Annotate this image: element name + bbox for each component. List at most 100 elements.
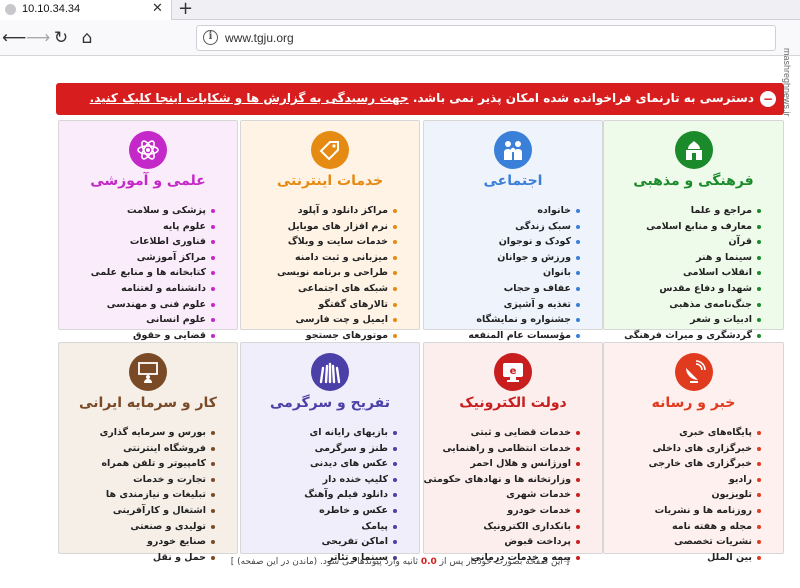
home-button[interactable]: ⌂ <box>76 27 98 49</box>
category-link[interactable]: نشریات تخصصی <box>649 534 762 550</box>
category-link[interactable]: خانواده <box>468 203 580 219</box>
category-link[interactable]: خدمات انتظامی و راهنمایی <box>423 441 580 457</box>
category-link[interactable]: قرآن <box>624 234 761 250</box>
category-title[interactable]: تفریح و سرگرمی <box>241 395 419 411</box>
category-link[interactable]: خبرگزاری های خارجی <box>649 456 762 472</box>
presentation-icon[interactable] <box>129 353 167 391</box>
category-link[interactable]: بورس و سرمایه گذاری <box>100 425 216 441</box>
url-text[interactable]: www.tgju.org <box>225 31 294 45</box>
category-link[interactable]: علوم فنی و مهندسی <box>91 297 216 313</box>
category-link[interactable]: وزارتخانه ها و نهادهای حکومتی <box>423 472 580 488</box>
category-link[interactable]: تغذیه و آشپزی <box>468 297 580 313</box>
category-link[interactable]: شهدا و دفاع مقدس <box>624 281 761 297</box>
category-title[interactable]: اجتماعی <box>424 173 602 189</box>
category-link[interactable]: بازیهای رایانه ای <box>304 425 397 441</box>
category-link[interactable]: بانوان <box>468 265 580 281</box>
category-title[interactable]: علمی و آموزشی <box>59 173 237 189</box>
category-link[interactable]: خدمات شهری <box>423 487 580 503</box>
back-button[interactable]: ⟵ <box>2 27 26 49</box>
site-info-icon[interactable]: i <box>203 30 218 45</box>
browser-tab[interactable]: 10.10.34.34 ✕ <box>0 0 172 20</box>
category-link[interactable]: فروشگاه اینترنتی <box>100 441 216 457</box>
category-link[interactable]: معارف و منابع اسلامی <box>624 219 761 235</box>
category-link[interactable]: طراحی و برنامه نویسی <box>277 265 398 281</box>
category-link[interactable]: پزشکی و سلامت <box>91 203 216 219</box>
category-link[interactable]: ایمیل و چت فارسی <box>277 312 398 328</box>
category-title[interactable]: کار و سرمایه ایرانی <box>59 395 237 411</box>
category-link[interactable]: گردشگری و میراث فرهنگی <box>624 328 761 344</box>
redirect-prefix: [ این صفحه بصورت خودکار پس از <box>439 557 570 567</box>
category-link[interactable]: مراکز آموزشی <box>91 250 216 266</box>
category-link[interactable]: نرم افزار های موبایل <box>277 219 398 235</box>
category-link[interactable]: تلویزیون <box>649 487 762 503</box>
atom-icon[interactable] <box>129 131 167 169</box>
category-title[interactable]: فرهنگی و مذهبی <box>604 173 783 189</box>
forward-button[interactable]: ⟶ <box>26 27 50 49</box>
category-link[interactable]: صنایع خودرو <box>100 534 216 550</box>
category-link[interactable]: سینما و هنر <box>624 250 761 266</box>
category-link[interactable]: خدمات خودرو <box>423 503 580 519</box>
category-link[interactable]: علوم پایه <box>91 219 216 235</box>
category-link[interactable]: انقلاب اسلامی <box>624 265 761 281</box>
category-link[interactable]: خدمات قضایی و ثبتی <box>423 425 580 441</box>
category-link[interactable]: پرداخت قبوض <box>423 534 580 550</box>
category-link[interactable]: خدمات سایت و وبلاگ <box>277 234 398 250</box>
category-link[interactable]: کتابخانه ها و منابع علمی <box>91 265 216 281</box>
category-link[interactable]: خبرگزاری های داخلی <box>649 441 762 457</box>
category-title[interactable]: خدمات اینترنتی <box>241 173 419 189</box>
satellite-dish-icon[interactable] <box>674 353 713 391</box>
category-link[interactable]: روزنامه ها و نشریات <box>649 503 762 519</box>
category-link[interactable]: سبک زندگی <box>468 219 580 235</box>
category-link[interactable]: اماکن تفریحی <box>304 534 397 550</box>
category-link[interactable]: دانلود فیلم وآهنگ <box>304 487 397 503</box>
category-link[interactable]: عفاف و حجاب <box>468 281 580 297</box>
category-link[interactable]: کودک و نوجوان <box>468 234 580 250</box>
category-link[interactable]: فناوری اطلاعات <box>91 234 216 250</box>
category-link[interactable]: کلیپ خنده دار <box>304 472 397 488</box>
category-link[interactable]: جنگ‌نامه‌ی مذهبی <box>624 297 761 313</box>
category-link[interactable]: تبلیغات و نیازمندی ها <box>100 487 216 503</box>
redirect-suffix[interactable]: ثانیه وارد پیوندها می شود. (ماندن در این… <box>231 557 418 567</box>
category-link[interactable]: میزبانی و ثبت دامنه <box>277 250 398 266</box>
category-link[interactable]: مجله و هفته نامه <box>649 519 762 535</box>
category-link[interactable]: ادبیات و شعر <box>624 312 761 328</box>
category-link[interactable]: رادیو <box>649 472 762 488</box>
reload-button[interactable]: ↻ <box>50 27 72 49</box>
category-link[interactable]: تولیدی و صنعتی <box>100 519 216 535</box>
tab-close-icon[interactable]: ✕ <box>152 1 163 16</box>
category-link[interactable]: مراکز دانلود و آپلود <box>277 203 398 219</box>
category-link[interactable]: پیامک <box>304 519 397 535</box>
category-link[interactable]: قضایی و حقوق <box>91 328 216 344</box>
e-gov-icon[interactable]: e <box>494 353 532 391</box>
category-title[interactable]: دولت الکترونیک <box>424 395 602 411</box>
category-link[interactable]: مراجع و علما <box>624 203 761 219</box>
family-icon[interactable] <box>494 131 532 169</box>
category-link[interactable]: علوم انسانی <box>91 312 216 328</box>
category-link[interactable]: مؤسسات عام المنفعه <box>468 328 580 344</box>
category-link[interactable]: بانکداری الکترونیک <box>423 519 580 535</box>
cheering-hands-icon[interactable] <box>311 353 349 391</box>
address-bar[interactable]: i www.tgju.org <box>196 25 776 51</box>
mosque-icon[interactable] <box>674 131 713 169</box>
category-link[interactable]: اشتغال و کارآفرینی <box>100 503 216 519</box>
favicon-icon <box>5 4 16 15</box>
category-link[interactable]: دانشنامه و لغتنامه <box>91 281 216 297</box>
category-link-list: بورس و سرمایه گذاری فروشگاه اینترنتی کامپی… <box>100 425 216 565</box>
category-title[interactable]: خبر و رسانه <box>604 395 783 411</box>
category-link[interactable]: شبکه های اجتماعی <box>277 281 398 297</box>
complaint-link[interactable]: جهت رسیدگی به گزارش ها و شکایات اینجا کل… <box>90 91 409 105</box>
category-link[interactable]: طنز و سرگرمی <box>304 441 397 457</box>
tag-icon[interactable] <box>311 131 349 169</box>
category-link[interactable]: جشنواره و نمایشگاه <box>468 312 580 328</box>
category-link[interactable]: عکس های دیدنی <box>304 456 397 472</box>
tab-title: 10.10.34.34 <box>22 3 81 15</box>
category-link[interactable]: ورزش و جوانان <box>468 250 580 266</box>
category-link[interactable]: تجارت و خدمات <box>100 472 216 488</box>
category-link[interactable]: تالارهای گفتگو <box>277 297 398 313</box>
category-link[interactable]: کامپیوتر و تلفن همراه <box>100 456 216 472</box>
category-link[interactable]: اورژانس و هلال احمر <box>423 456 580 472</box>
category-link[interactable]: عکس و خاطره <box>304 503 397 519</box>
category-link[interactable]: موتورهای جستجو <box>277 328 398 344</box>
new-tab-button[interactable]: + <box>178 0 193 19</box>
category-link[interactable]: پایگاه‌های خبری <box>649 425 762 441</box>
